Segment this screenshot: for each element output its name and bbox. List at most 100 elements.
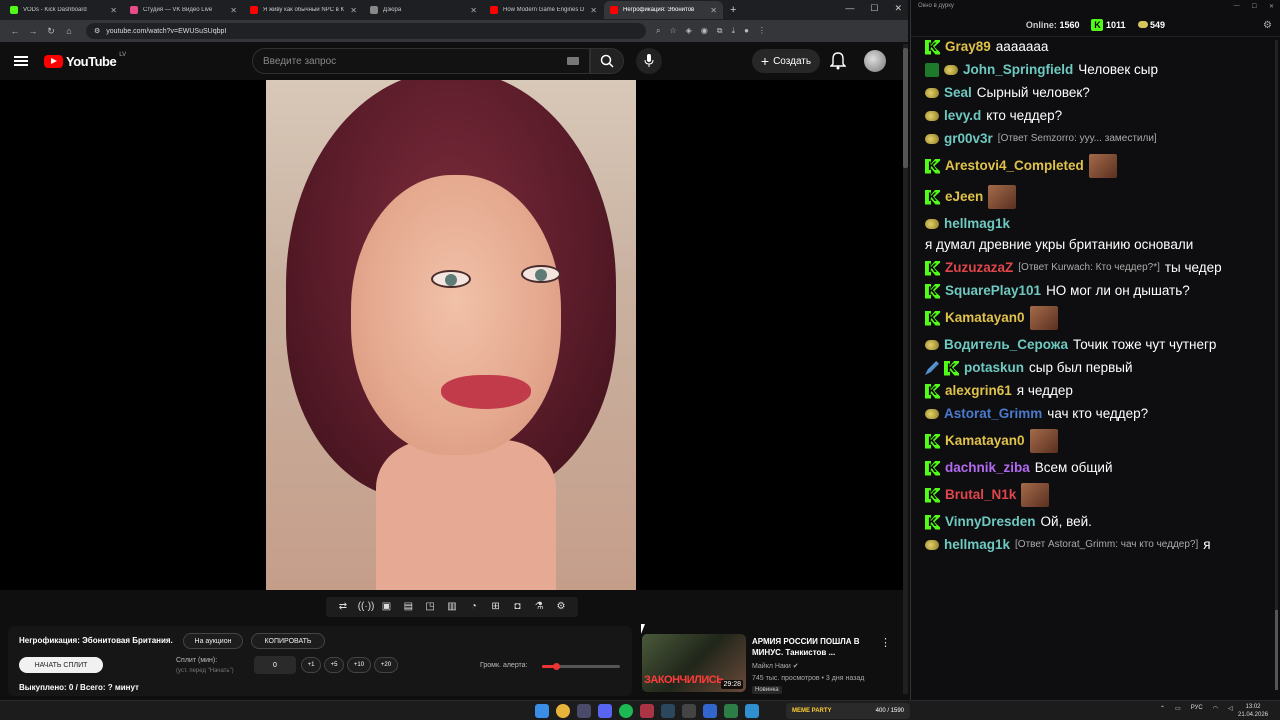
zoom-icon[interactable]: ⌕ <box>656 26 660 36</box>
chat-username[interactable]: ZuzuzazaZ <box>945 260 1013 276</box>
chat-username[interactable]: potaskun <box>964 360 1024 376</box>
url-field[interactable]: ⚙ youtube.com/watch?v=EWUSuSUqbpI <box>86 23 646 39</box>
hamburger-menu-icon[interactable] <box>14 56 28 66</box>
chat-username[interactable]: hellmag1k <box>944 537 1010 553</box>
app-icon[interactable] <box>682 704 696 718</box>
steam-icon[interactable] <box>661 704 675 718</box>
browser-tab[interactable]: Я живу как обычный NPC в К ✕ <box>244 1 363 19</box>
search-button[interactable] <box>590 48 624 74</box>
keyboard-icon[interactable] <box>567 57 579 65</box>
tray-chevron-icon[interactable]: ⌃ <box>1160 705 1165 712</box>
bookmark-star-icon[interactable]: ☆ <box>669 26 676 36</box>
chat-username[interactable]: VinnyDresden <box>945 514 1036 530</box>
watch-later-icon[interactable]: ▣ <box>380 601 394 613</box>
step-plus-10-button[interactable]: +10 <box>347 657 371 673</box>
reload-icon[interactable]: ↻ <box>42 26 60 37</box>
alert-volume-slider[interactable] <box>542 663 620 670</box>
search-input[interactable]: Введите запрос <box>252 48 590 74</box>
tab-close-icon[interactable]: ✕ <box>230 6 237 15</box>
app-icon[interactable] <box>724 704 738 718</box>
voice-search-button[interactable] <box>636 48 662 74</box>
youtube-logo[interactable]: YouTube LV <box>44 52 126 69</box>
speed-icon[interactable]: ◔ <box>467 601 481 613</box>
extension-icon[interactable]: ◉ <box>701 26 708 36</box>
volume-icon[interactable]: ◁ <box>1228 705 1233 712</box>
picture-in-picture-icon[interactable]: ◳ <box>423 601 437 613</box>
add-clip-icon[interactable]: ⊞ <box>489 601 503 613</box>
start-split-button[interactable]: НАЧАТЬ СПЛИТ <box>19 657 103 673</box>
copy-button[interactable]: КОПИРОВАТЬ <box>251 633 325 649</box>
chat-username[interactable]: hellmag1k <box>944 216 1010 232</box>
browser-tab[interactable]: VODs - Kick Dashboard ✕ <box>4 1 123 19</box>
more-options-icon[interactable]: ⋮ <box>880 636 891 649</box>
more-icon[interactable]: ⋮ <box>758 26 766 36</box>
site-info-icon[interactable]: ⚙ <box>94 27 100 35</box>
app-icon[interactable] <box>640 704 654 718</box>
discord-icon[interactable] <box>598 704 612 718</box>
chat-username[interactable]: Gray89 <box>945 39 991 55</box>
network-icon[interactable]: ▭ <box>1175 705 1181 712</box>
chat-username[interactable]: SquarePlay101 <box>945 283 1041 299</box>
chat-username[interactable]: John_Springfield <box>963 62 1073 78</box>
film-icon[interactable]: ▤ <box>401 601 415 613</box>
forward-icon[interactable]: → <box>24 26 42 36</box>
avatar[interactable] <box>864 50 886 72</box>
chat-username[interactable]: Водитель_Серожа <box>944 337 1068 353</box>
chat-username[interactable]: Arestovi4_Completed <box>945 158 1084 174</box>
close-icon[interactable]: ✕ <box>894 3 902 14</box>
app-icon[interactable] <box>703 704 717 718</box>
tab-close-icon[interactable]: ✕ <box>710 6 717 15</box>
recommendation-channel[interactable]: Майкл Наки ✔ <box>752 662 799 670</box>
extension-icon[interactable]: ◈ <box>686 26 692 36</box>
obs-icon[interactable] <box>577 704 591 718</box>
download-icon[interactable]: ⤓ <box>732 26 736 36</box>
screenshot-icon[interactable]: ◘ <box>510 601 524 613</box>
tab-close-icon[interactable]: ✕ <box>110 6 117 15</box>
back-icon[interactable]: ← <box>6 26 24 36</box>
volume-knob[interactable] <box>553 663 561 670</box>
new-tab-icon[interactable]: + <box>730 4 736 16</box>
chat-username[interactable]: eJeen <box>945 189 983 205</box>
recommendation-title[interactable]: АРМИЯ РОССИИ ПОШЛА В МИНУС. Танкистов ..… <box>752 636 876 658</box>
chat-username[interactable]: Kamatayan0 <box>945 310 1025 326</box>
step-plus-1-button[interactable]: +1 <box>301 657 321 673</box>
start-icon[interactable] <box>535 704 549 718</box>
spotify-icon[interactable] <box>619 704 633 718</box>
browser-tab[interactable]: Студия — VK Видео Live ✕ <box>124 1 243 19</box>
chat-settings-icon[interactable]: ⚙ <box>1263 20 1272 31</box>
minimize-icon[interactable]: — <box>1234 3 1240 13</box>
chat-username[interactable]: Brutal_N1k <box>945 487 1016 503</box>
chat-username[interactable]: levy.d <box>944 108 981 124</box>
puzzle-icon[interactable]: ⧉ <box>717 26 723 36</box>
broadcast-icon[interactable]: ((·)) <box>358 601 375 613</box>
tab-close-icon[interactable]: ✕ <box>470 6 477 15</box>
tab-close-icon[interactable]: ✕ <box>590 6 597 15</box>
chat-username[interactable]: dachnik_ziba <box>945 460 1030 476</box>
recommendation-thumbnail[interactable]: ЗАКОНЧИЛИСЬ 29:28 <box>642 634 746 692</box>
chat-username[interactable]: Seal <box>944 85 972 101</box>
chrome-icon[interactable] <box>556 704 570 718</box>
video-player[interactable] <box>0 80 904 590</box>
chat-username[interactable]: Kamatayan0 <box>945 433 1025 449</box>
subtitles-icon[interactable]: ▥ <box>445 601 459 613</box>
split-minutes-input[interactable]: 0 <box>254 656 296 674</box>
maximize-icon[interactable]: ☐ <box>1252 3 1257 13</box>
profile-icon[interactable]: ● <box>744 26 749 36</box>
minimize-icon[interactable]: — <box>845 3 854 14</box>
clock[interactable]: 13:02 21.04.2026 <box>1238 703 1268 719</box>
close-icon[interactable]: ✕ <box>1269 3 1274 13</box>
browser-tab[interactable]: How Modern Game Engines D ✕ <box>484 1 603 19</box>
meme-party-widget[interactable]: MEME PARTY 400 / 1590 <box>786 703 910 719</box>
maximize-icon[interactable]: ☐ <box>870 3 878 14</box>
chat-username[interactable]: alexgrin61 <box>945 383 1012 399</box>
settings-gear-icon[interactable]: ⚙ <box>554 601 568 613</box>
flask-icon[interactable]: ⚗ <box>532 601 546 613</box>
chat-username[interactable]: Astorat_Grimm <box>944 406 1042 422</box>
page-scrollbar[interactable] <box>903 44 908 694</box>
notifications-bell-icon[interactable] <box>830 52 846 70</box>
browser-tab[interactable]: Негрофикация: Эбонитов ✕ <box>604 1 723 19</box>
language-indicator[interactable]: РУС <box>1191 705 1203 712</box>
create-button[interactable]: + Создать <box>752 49 820 73</box>
telegram-icon[interactable] <box>745 704 759 718</box>
browser-tab[interactable]: Дзюра ✕ <box>364 1 483 19</box>
